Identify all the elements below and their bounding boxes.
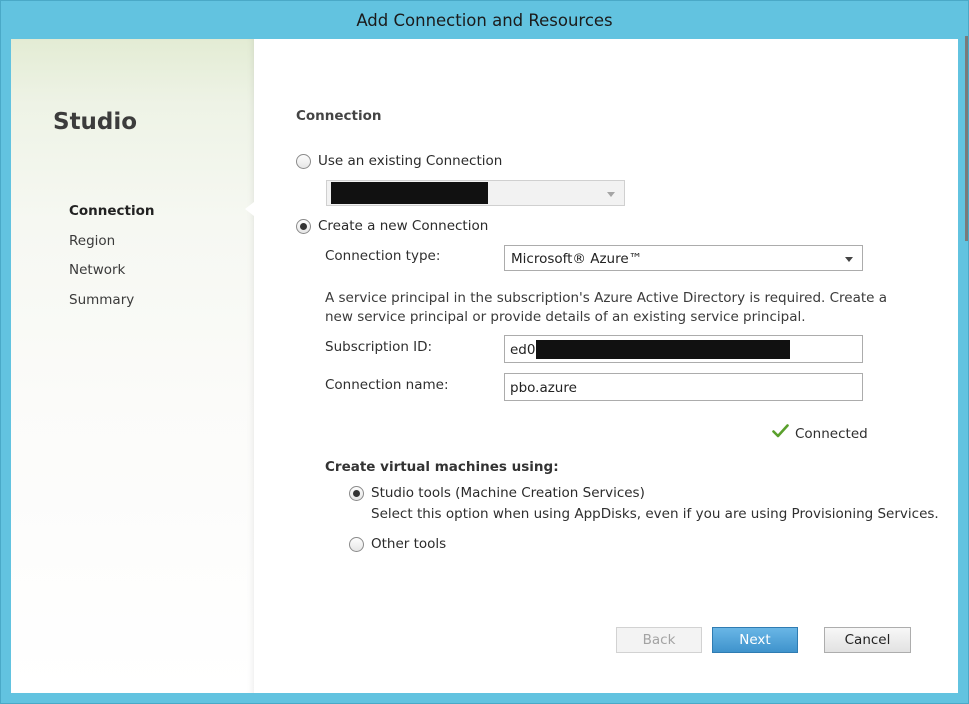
step-network[interactable]: Network [69,260,155,290]
cancel-button[interactable]: Cancel [824,627,911,653]
window-edge-bar [965,36,968,241]
step-connection[interactable]: Connection [69,201,155,231]
studio-tools-hint: Select this option when using AppDisks, … [371,506,939,522]
next-button[interactable]: Next [712,627,798,653]
connection-type-value: Microsoft® Azure™ [511,251,643,267]
sidebar-brand: Studio [53,109,138,135]
chevron-down-icon [845,257,853,262]
radio-use-existing[interactable]: Use an existing Connection [296,153,502,169]
redacted-block [331,182,488,204]
radio-other-tools-label: Other tools [371,536,447,552]
radio-circle-icon [296,153,311,169]
connection-name-label: Connection name: [325,377,449,393]
connection-status-text: Connected [795,426,868,442]
connection-type-label: Connection type: [325,248,441,264]
dialog-client-area: Studio Connection Region Network Summary… [11,39,958,693]
connection-name-input[interactable]: pbo.azure [504,373,863,401]
wizard-steps: Connection Region Network Summary [69,201,155,319]
section-title: Connection [296,108,382,124]
step-region[interactable]: Region [69,231,155,261]
service-principal-description: A service principal in the subscription'… [325,290,888,325]
active-step-pointer [245,202,254,216]
subscription-id-label: Subscription ID: [325,339,433,355]
checkmark-icon [772,424,789,438]
back-button[interactable]: Back [616,627,702,653]
radio-create-new[interactable]: Create a new Connection [296,218,488,234]
radio-circle-icon [296,218,311,234]
dialog-window: Add Connection and Resources Studio Conn… [0,0,969,704]
radio-use-existing-label: Use an existing Connection [318,153,503,169]
chevron-down-icon [607,192,615,197]
radio-create-new-label: Create a new Connection [318,218,489,234]
window-title: Add Connection and Resources [356,10,613,30]
radio-circle-icon [349,536,364,552]
step-summary[interactable]: Summary [69,290,155,320]
sidebar: Studio Connection Region Network Summary [11,39,254,693]
main-panel: Connection Use an existing Connection Cr… [254,39,958,693]
redacted-block [536,340,790,359]
connection-name-value: pbo.azure [510,380,577,396]
connection-type-select[interactable]: Microsoft® Azure™ [504,245,863,271]
radio-other-tools[interactable]: Other tools [349,536,446,552]
radio-studio-tools-label: Studio tools (Machine Creation Services) [371,485,645,501]
radio-circle-icon [349,485,364,501]
radio-studio-tools[interactable]: Studio tools (Machine Creation Services) [349,485,645,501]
vm-section-title: Create virtual machines using: [325,459,559,475]
